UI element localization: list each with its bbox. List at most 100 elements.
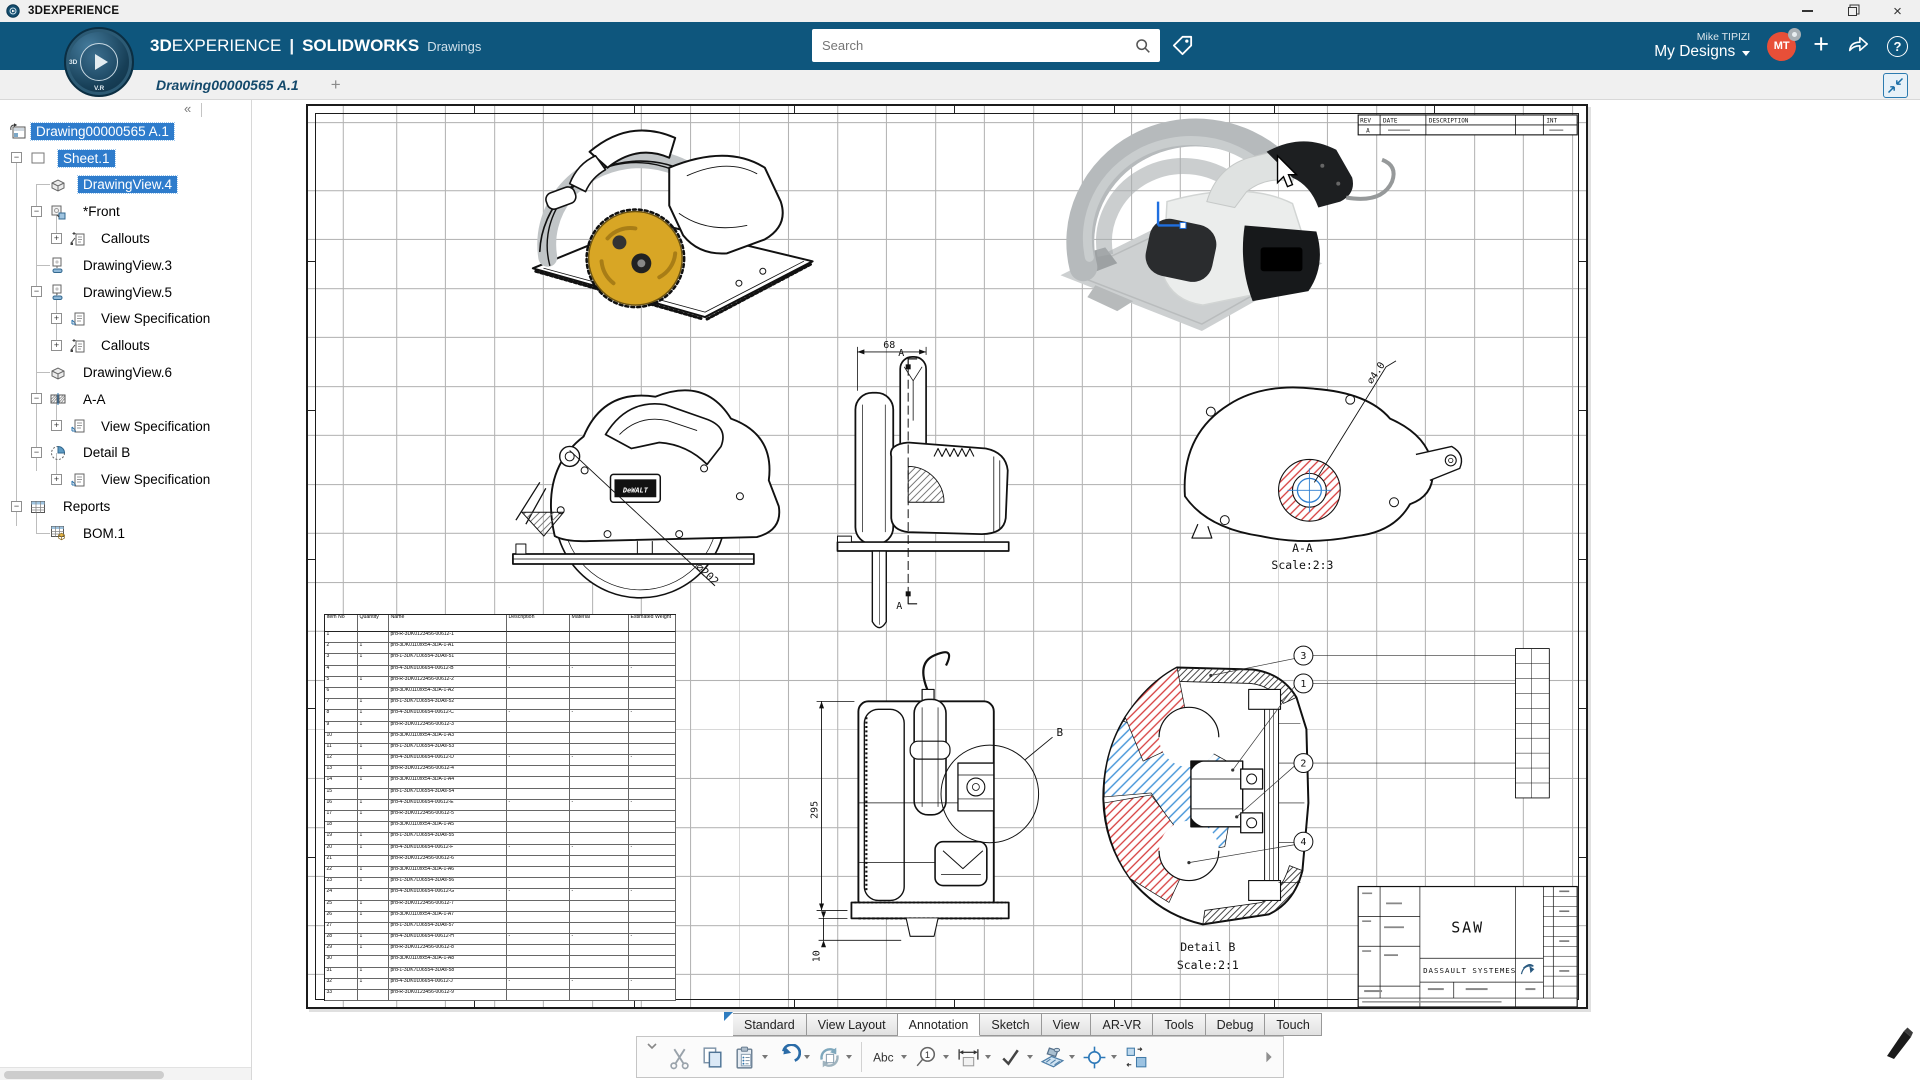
dimension-10[interactable]: 10 — [812, 950, 823, 962]
tree-item-label[interactable]: Callouts — [96, 337, 155, 354]
restore-button[interactable] — [1830, 0, 1875, 22]
tag-icon[interactable] — [1170, 33, 1195, 63]
tab-view[interactable]: View — [1041, 1013, 1092, 1036]
cut-button[interactable] — [663, 1038, 696, 1076]
revision-table[interactable]: REV DATE DESCRIPTION INT A — [1357, 114, 1578, 136]
bom-row[interactable]: 11 1 prd-1-3DK7L06554-3DAs-53 — [325, 743, 676, 756]
dropdown-arrow-icon[interactable] — [762, 1055, 768, 1059]
bom-row[interactable]: 30 prd-3DK0110xx54-3DA-1-A8 — [325, 956, 676, 968]
tree-item-label[interactable]: View Specification — [96, 471, 215, 488]
tree-item-drawingview-5[interactable]: − DrawingView.5 — [0, 279, 251, 306]
bom-row[interactable]: 28 1 prd-4-3DK0106654-00612-H - - - — [325, 934, 676, 946]
tree-item-label[interactable]: Detail B — [78, 444, 135, 461]
auto-arrange-dimensions-button[interactable] — [1120, 1038, 1153, 1076]
tab-tools[interactable]: Tools — [1153, 1013, 1206, 1036]
tree-item-label[interactable]: A-A — [78, 391, 111, 408]
minimize-button[interactable] — [1785, 0, 1830, 22]
tab-touch[interactable]: Touch — [1265, 1013, 1322, 1036]
tree-horizontal-scrollbar[interactable] — [0, 1067, 251, 1080]
bom-row[interactable]: 22 1 prd-3DK0110xx54-3DA-1-A6 — [325, 866, 676, 879]
tree-item-label[interactable]: Reports — [58, 498, 115, 515]
bom-row[interactable]: 31 1 prd-1-3DK7L06554-3DAs-58 — [325, 967, 676, 979]
bom-row[interactable]: 25 1 prd-R-3DK0123456-00612-7 — [325, 900, 676, 912]
bom-table[interactable]: Item No Quantity Name Description Material Es… — [324, 614, 676, 1002]
avatar[interactable]: MT — [1767, 27, 1802, 61]
copy-button[interactable] — [696, 1038, 729, 1076]
dropdown-arrow-icon[interactable] — [1027, 1055, 1033, 1059]
dropdown-arrow-icon[interactable] — [985, 1055, 991, 1059]
undo-button[interactable] — [771, 1038, 813, 1076]
tree-item-drawingview-3[interactable]: DrawingView.3 — [0, 252, 251, 279]
bom-row[interactable]: 21 prd-R-3DK0123456-00612-6 — [325, 855, 676, 867]
bom-row[interactable]: 17 1 prd-R-3DK0123456-00612-5 — [325, 811, 676, 823]
tree-item-label[interactable]: DrawingView.6 — [78, 364, 177, 381]
dropdown-arrow-icon[interactable] — [1111, 1055, 1117, 1059]
bom-row[interactable]: 7 1 prd-1-3DK7L06554-3DAs-52 — [325, 699, 676, 711]
bom-row[interactable]: 12 prd-4-3DK0106654-00612-D - - - — [325, 755, 676, 767]
tab-sketch[interactable]: Sketch — [980, 1013, 1042, 1036]
collapse-toggle[interactable]: − — [11, 152, 22, 164]
drawing-sheet[interactable]: REV DATE DESCRIPTION INT A DeWALT ⌀202 6… — [306, 104, 1588, 1009]
add-content-button[interactable]: + — [1813, 31, 1829, 58]
expand-toggle[interactable]: + — [51, 312, 62, 324]
bom-row[interactable]: 26 1 prd-3DK0110xx54-3DA-1-A7 — [325, 911, 676, 923]
expand-toggle[interactable]: + — [51, 339, 62, 351]
bom-row[interactable]: 19 1 prd-1-3DK7L06554-3DAs-55 — [325, 833, 676, 845]
tree-item-a-a[interactable]: − A-A — [0, 386, 251, 413]
tab-view-layout[interactable]: View Layout — [806, 1013, 898, 1036]
tree-item-reports[interactable]: − Reports — [0, 493, 251, 520]
collapse-toggle[interactable]: − — [11, 500, 22, 512]
spell-check-button[interactable] — [994, 1038, 1036, 1076]
paste-button[interactable] — [729, 1038, 771, 1076]
tree-item-label[interactable]: *Front — [78, 203, 125, 220]
bom-row[interactable]: 6 prd-3DK0110xx54-3DA-1-A2 — [325, 687, 676, 700]
tree-item-view-specification[interactable]: + View Specification — [0, 306, 251, 333]
view-rear[interactable]: B 295 10 — [810, 651, 1064, 962]
bom-row[interactable]: 10 prd-3DK0110xx54-3DA-1-A3 — [325, 732, 676, 744]
balloon-button[interactable]: 1 — [910, 1038, 952, 1076]
bom-row[interactable]: 27 prd-1-3DK7L06554-3DAs-57 — [325, 922, 676, 935]
panel-collapse-icon[interactable]: « — [184, 101, 202, 117]
collapse-toggle[interactable]: − — [31, 205, 42, 217]
collapse-ui-button[interactable] — [1883, 73, 1908, 98]
update-views-button[interactable] — [813, 1038, 855, 1076]
view-iso-shaded[interactable] — [1060, 118, 1396, 332]
tree-item-label[interactable]: DrawingView.4 — [76, 175, 179, 195]
title-block[interactable]: SAW DASSAULT SYSTEMES — [1357, 885, 1578, 1007]
tree-item-label[interactable]: BOM.1 — [78, 525, 130, 542]
bom-row[interactable]: 9 1 prd-R-3DK0123456-00612-3 — [325, 721, 676, 733]
tree-item-callouts[interactable]: + Callouts — [0, 332, 251, 359]
tree-item-detail-b[interactable]: − Detail B — [0, 440, 251, 467]
dropdown-arrow-icon[interactable] — [943, 1055, 949, 1059]
tree-item-label[interactable]: Callouts — [96, 230, 155, 247]
tree-item-label[interactable]: View Specification — [96, 310, 215, 327]
tab-annotation[interactable]: Annotation — [897, 1013, 981, 1036]
bom-row[interactable]: 1 prd-R-3DK0123456-00612-1 — [325, 632, 676, 644]
bom-row[interactable]: 5 1 prd-R-3DK0123456-00612-2 — [325, 676, 676, 688]
tree-item-label[interactable]: Sheet.1 — [57, 148, 116, 168]
drawing-canvas[interactable]: REV DATE DESCRIPTION INT A DeWALT ⌀202 6… — [252, 100, 1920, 1080]
bom-row[interactable]: 16 1 prd-4-3DK0106654-00612-E - - - — [325, 799, 676, 811]
tab-standard[interactable]: Standard — [733, 1013, 807, 1036]
note-button[interactable]: Abc — [868, 1038, 910, 1076]
bom-row[interactable]: 15 prd-1-3DK7L06554-3DAs-54 — [325, 788, 676, 800]
view-front[interactable]: DeWALT ⌀202 — [512, 389, 781, 599]
bom-row[interactable]: 13 1 prd-R-3DK0123456-00612-4 — [325, 766, 676, 778]
tree-item-callouts[interactable]: + Callouts — [0, 225, 251, 252]
user-menu[interactable]: Mike TIPIZI My Designs — [1654, 31, 1751, 61]
scrollbar-thumb[interactable] — [4, 1070, 164, 1079]
tree-item-view-specification[interactable]: + View Specification — [0, 413, 251, 440]
more-tools-button[interactable] — [1259, 1038, 1279, 1076]
expand-toggle[interactable]: + — [51, 232, 62, 244]
search-box[interactable] — [812, 29, 1160, 62]
expand-toggle[interactable]: + — [51, 420, 62, 432]
tab-debug[interactable]: Debug — [1205, 1013, 1266, 1036]
new-tab-button[interactable]: + — [331, 76, 341, 93]
bom-row[interactable]: 20 1 prd-4-3DK0106654-00612-F - - - — [325, 844, 676, 856]
area-hatch-button[interactable] — [1036, 1038, 1078, 1076]
bom-row[interactable]: 4 prd-4-3DK0106654-00612-B - - - — [325, 665, 676, 677]
dimension-295[interactable]: 295 — [810, 801, 821, 819]
bom-row[interactable]: 3 1 prd-1-3DK7L06554-3DAs-51 — [325, 654, 676, 666]
tree-item-label[interactable]: Drawing00000565 A.1 — [30, 121, 175, 141]
bom-row[interactable]: 2 1 prd-3DK0110xx54-3DA-1-A1 — [325, 643, 676, 655]
